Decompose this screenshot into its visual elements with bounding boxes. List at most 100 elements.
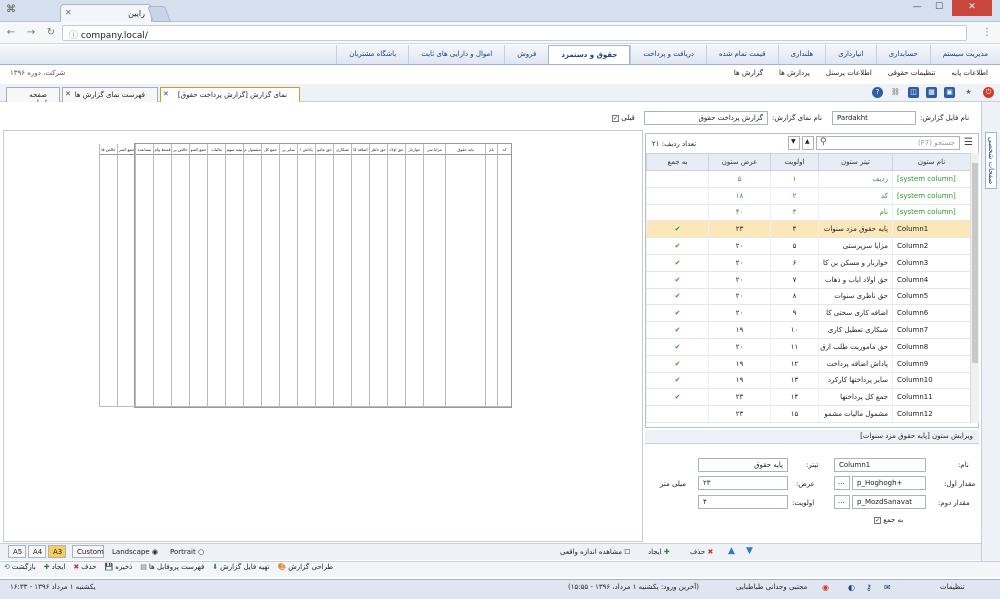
grid-scrollbar[interactable] (970, 153, 979, 423)
menu-item[interactable]: فروش (504, 45, 548, 64)
grid-column-header[interactable]: به جمع (646, 153, 709, 171)
paper-custom-button[interactable]: Custom (72, 545, 104, 558)
default-checkbox[interactable]: ✓ (612, 114, 619, 122)
maximize-icon[interactable]: ☐ (930, 0, 948, 16)
sum-check-icon[interactable]: ✔ (646, 388, 709, 407)
sum-check-icon[interactable]: ✔ (646, 254, 709, 272)
portrait-option[interactable]: Portrait ○ (170, 548, 204, 556)
menu-item[interactable]: مدیریت سیستم (929, 45, 1000, 64)
column-name-input[interactable]: Column1 (834, 458, 926, 472)
move-down-icon[interactable]: ▼ (746, 546, 753, 556)
grid-add-button[interactable]: ایجاد ✚ (648, 548, 670, 556)
table-row[interactable]: Column7 شبکاری تعطیل کاری ۱۰ ۱۹ ✔ (646, 321, 970, 339)
table-row[interactable]: [system column] کد ۲ ۱۸ (646, 187, 970, 205)
priority-input[interactable]: ۴ (698, 495, 788, 509)
real-size-option[interactable]: ☐ مشاهده اندازه واقعی (560, 548, 631, 556)
table-row[interactable]: Column8 حق ماموریت طلب ازق ۱۱ ۲۰ ✔ (646, 338, 970, 356)
paper-a3-button[interactable]: A3 (48, 545, 66, 558)
table-row[interactable]: [system column] ردیف ۱ ۵ (646, 170, 970, 188)
table-row[interactable]: Column9 پاداش اضافه پرداخت ۱۲ ۱۹ ✔ (646, 355, 970, 373)
calc-icon[interactable]: ▦ (926, 87, 937, 98)
submenu-item[interactable]: تنظیمات حقوقی (880, 66, 944, 82)
sum-checkbox[interactable]: ✓ (874, 517, 881, 524)
sum-check-icon[interactable]: ✔ (646, 271, 709, 289)
action-button[interactable]: حذف ✖ (73, 563, 96, 571)
table-row[interactable]: [system column] نام ۳ ۴۰ (646, 204, 970, 222)
checkbox-empty-icon[interactable]: ☐ (624, 548, 630, 556)
close-icon[interactable]: ✕ (163, 90, 169, 98)
scroll-up-button[interactable]: ▲ (802, 136, 814, 150)
lock-icon[interactable]: ⚷ (866, 583, 872, 592)
browser-menu-icon[interactable]: ⋮ (980, 26, 994, 40)
action-button[interactable]: ایجاد ✚ (44, 563, 66, 571)
star-icon[interactable]: ★ (963, 87, 974, 98)
file-name-input[interactable]: Pardakht (832, 111, 916, 125)
help-icon[interactable]: ? (872, 87, 883, 98)
chat-icon[interactable]: ✉ (884, 583, 891, 592)
sidebar-tab[interactable]: صفحات شخصی (985, 132, 997, 190)
paper-a5-button[interactable]: A5 (8, 545, 26, 558)
sum-check-icon[interactable]: ✔ (646, 321, 709, 339)
table-row[interactable]: Column3 خواربار و مسکن بن کا ۶ ۲۰ ✔ (646, 254, 970, 272)
column-title-input[interactable]: پایه حقوق (698, 458, 788, 472)
action-button[interactable]: بازگشت ⟲ (4, 563, 36, 571)
view-name-input[interactable]: گزارش پرداخت حقوق (644, 111, 768, 125)
table-row[interactable]: Column2 مزایا سرپرستی ۵ ۲۰ ✔ (646, 237, 970, 255)
tab-report-view[interactable]: ✕ نمای گزارش [گزارش پرداخت حقوق] (160, 87, 300, 102)
sum-check-icon[interactable]: ✔ (646, 372, 709, 390)
sum-check-icon[interactable]: ✔ (646, 338, 709, 356)
minimize-icon[interactable]: — (908, 0, 926, 16)
grid-column-header[interactable]: عرض ستون (708, 153, 771, 171)
browser-tab[interactable]: رایین ✕ (60, 4, 152, 22)
action-button[interactable]: فهرست پروفایل ها ▤ (140, 563, 204, 571)
submenu-item[interactable]: اطلاعات پرسنل (818, 66, 880, 82)
table-row[interactable]: Column11 جمع کل پرداختها ۱۴ ۲۳ ✔ (646, 388, 970, 407)
sum-check-icon[interactable] (646, 405, 709, 423)
sum-check-icon[interactable] (646, 170, 709, 188)
scroll-down-button[interactable]: ▼ (788, 136, 800, 150)
search-icon[interactable]: ⚲ (820, 137, 827, 147)
grid-column-header[interactable]: نام ستون (892, 153, 970, 171)
radio-off-icon[interactable]: ○ (198, 548, 204, 556)
action-button[interactable]: ذخیره 💾 (104, 563, 132, 571)
window-icon[interactable]: ▣ (944, 87, 955, 98)
menu-item[interactable]: حسابداری (875, 45, 930, 64)
first-value-input[interactable]: p_Hoghogh+ (852, 476, 926, 490)
table-row[interactable]: Column6 اضافه کاری سختی کا ۹ ۲۰ ✔ (646, 304, 970, 323)
grid-delete-button[interactable]: حذف ✖ (690, 548, 713, 556)
tab-report-list[interactable]: ✕ فهرست نمای گزارش ها (62, 87, 158, 102)
menu-item[interactable]: باشگاه مشتریان (336, 45, 408, 64)
landscape-option[interactable]: Landscape ◉ (112, 548, 158, 556)
grid-column-header[interactable]: تیتر ستون (818, 153, 893, 171)
sum-check-icon[interactable]: ✔ (646, 288, 709, 306)
width-input[interactable]: ۲۳ (698, 476, 788, 490)
url-input[interactable]: ⓘ company.local/ (62, 25, 967, 41)
menu-item[interactable]: دریافت و پرداخت (630, 45, 706, 64)
sum-check-icon[interactable] (646, 187, 709, 205)
sum-check-icon[interactable]: ✔ (646, 304, 709, 323)
grid-search-input[interactable]: جستجو (F7) (816, 136, 960, 150)
action-button[interactable]: تهیه فایل گزارش ⬇ (212, 563, 269, 571)
menu-item[interactable]: قیمت تمام شده (706, 45, 778, 64)
submenu-item[interactable]: گزارش ها (726, 66, 771, 82)
first-value-picker[interactable]: ... (834, 476, 850, 490)
sum-check-icon[interactable]: ✔ (646, 237, 709, 255)
scrollbar-thumb[interactable] (972, 163, 978, 363)
table-row[interactable]: Column1 پایه حقوق مزد سنوات ۴ ۲۳ ✔ (646, 220, 970, 239)
table-row[interactable]: Column5 حق ناظری سنوات ۸ ۲۰ ✔ (646, 288, 970, 306)
submenu-item[interactable]: اطلاعات پایه (943, 66, 996, 82)
second-value-input[interactable]: p_MozdSanavat (852, 495, 926, 509)
second-value-picker[interactable]: ... (834, 495, 850, 509)
action-button[interactable]: طراحی گزارش 🎨 (277, 563, 333, 571)
table-row[interactable]: Column12 مشمول مالیات مشمو ۱۵ ۲۳ (646, 405, 970, 423)
sum-check-icon[interactable]: ✔ (646, 220, 709, 239)
sum-check-icon[interactable]: ✔ (646, 355, 709, 373)
reload-icon[interactable]: ↻ (44, 26, 58, 40)
forward-icon[interactable]: → (24, 26, 38, 40)
list-menu-icon[interactable]: ☰ (964, 137, 973, 148)
menu-item[interactable]: هلنداری (777, 45, 826, 64)
paper-a4-button[interactable]: A4 (28, 545, 46, 558)
sum-check-icon[interactable] (646, 204, 709, 222)
sum-checkbox-label[interactable]: به جمع ✓ (874, 516, 903, 524)
tab-home[interactable]: صفحه اصلی (6, 87, 60, 107)
